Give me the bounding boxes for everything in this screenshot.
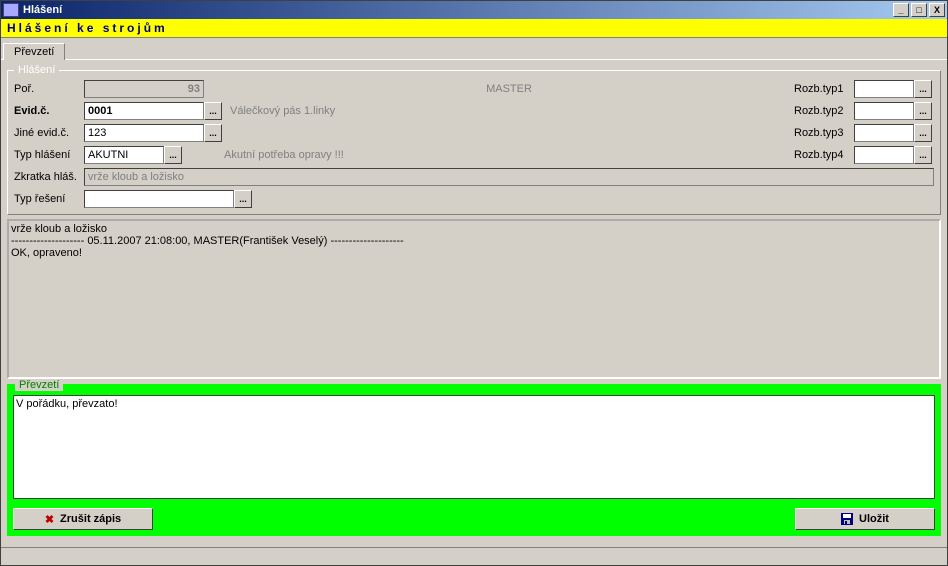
rozb3-input[interactable] <box>854 124 914 142</box>
rozb3-label: Rozb.typ3 <box>794 127 854 139</box>
prevzeti-legend: Převzetí <box>15 379 63 391</box>
typr-label: Typ řešení <box>14 193 84 205</box>
rozb1-lookup-button[interactable]: ... <box>914 80 932 98</box>
minimize-button[interactable]: _ <box>893 3 909 17</box>
hlaseni-fieldset: Hlášení Poř. MASTER Rozb.typ1 ... Evid.č… <box>7 64 941 215</box>
zkratka-input <box>84 168 934 186</box>
tabstrip: Převzetí <box>1 38 947 60</box>
typh-desc: Akutní potřeba opravy !!! <box>224 149 794 161</box>
evidc-input[interactable] <box>84 102 204 120</box>
statusbar <box>1 547 947 565</box>
rozb4-label: Rozb.typ4 <box>794 149 854 161</box>
master-label: MASTER <box>224 83 794 95</box>
save-label: Uložit <box>859 513 889 525</box>
typh-label: Typ hlášení <box>14 149 84 161</box>
save-button[interactable]: Uložit <box>795 508 935 530</box>
rozb1-label: Rozb.typ1 <box>794 83 854 95</box>
cancel-label: Zrušit zápis <box>60 513 121 525</box>
prevzeti-textarea[interactable] <box>13 395 935 499</box>
zkratka-label: Zkratka hláš. <box>14 171 84 183</box>
rozb2-label: Rozb.typ2 <box>794 105 854 117</box>
log-textarea[interactable] <box>7 219 941 379</box>
hlaseni-legend: Hlášení <box>14 64 59 76</box>
cancel-button[interactable]: ✖ Zrušit zápis <box>13 508 153 530</box>
rozb3-lookup-button[interactable]: ... <box>914 124 932 142</box>
rozb2-input[interactable] <box>854 102 914 120</box>
app-window: Hlášení _ □ X Hlášení ke strojům Převzet… <box>0 0 948 566</box>
prevzeti-fieldset: Převzetí ✖ Zrušit zápis Uložit <box>7 379 941 536</box>
app-icon <box>3 3 19 17</box>
typr-input[interactable] <box>84 190 234 208</box>
evidc-lookup-button[interactable]: ... <box>204 102 222 120</box>
window-title: Hlášení <box>23 4 891 16</box>
typr-lookup-button[interactable]: ... <box>234 190 252 208</box>
save-icon <box>841 513 853 525</box>
titlebar[interactable]: Hlášení _ □ X <box>1 1 947 19</box>
por-input <box>84 80 204 98</box>
evidc-desc: Válečkový pás 1.linky <box>224 105 794 117</box>
typh-input[interactable] <box>84 146 164 164</box>
evidc-label: Evid.č. <box>14 105 84 117</box>
tab-prevzeti[interactable]: Převzetí <box>3 43 65 60</box>
jine-lookup-button[interactable]: ... <box>204 124 222 142</box>
banner: Hlášení ke strojům <box>1 19 947 38</box>
rozb4-lookup-button[interactable]: ... <box>914 146 932 164</box>
rozb2-lookup-button[interactable]: ... <box>914 102 932 120</box>
rozb1-input[interactable] <box>854 80 914 98</box>
por-label: Poř. <box>14 83 84 95</box>
jine-label: Jiné evid.č. <box>14 127 84 139</box>
typh-lookup-button[interactable]: ... <box>164 146 182 164</box>
jine-input[interactable] <box>84 124 204 142</box>
maximize-button[interactable]: □ <box>911 3 927 17</box>
x-icon: ✖ <box>45 513 54 526</box>
panel-area: Hlášení Poř. MASTER Rozb.typ1 ... Evid.č… <box>1 60 947 547</box>
close-button[interactable]: X <box>929 3 945 17</box>
rozb4-input[interactable] <box>854 146 914 164</box>
